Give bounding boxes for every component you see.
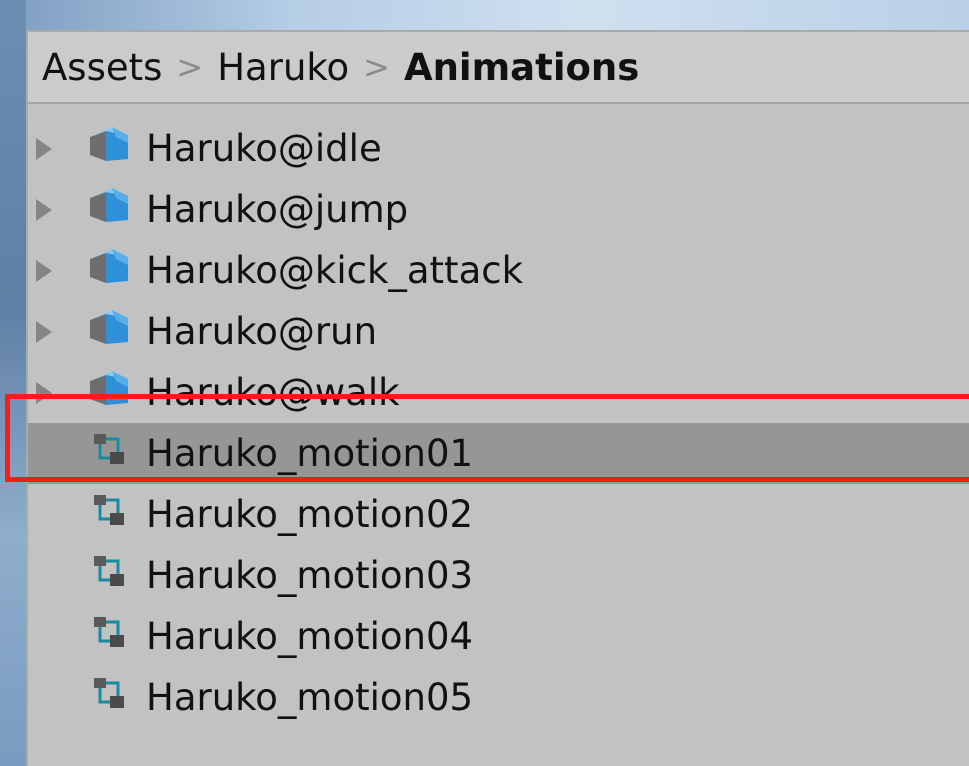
asset-name: Haruko@jump [146,188,409,231]
asset-list: Haruko@idle Haruko@jump Haruko@kick_atta… [28,118,969,728]
foldout-arrow-icon[interactable] [36,259,52,282]
list-item-haruko-motion05[interactable]: Haruko_motion05 [28,667,969,728]
breadcrumb-item-animations[interactable]: Animations [404,46,639,89]
asset-name: Haruko_motion04 [146,615,474,658]
breadcrumb-separator: > [176,48,204,86]
desktop-background-top [0,0,969,30]
list-item-haruko-kick-attack[interactable]: Haruko@kick_attack [28,240,969,301]
model-prefab-icon [86,245,146,296]
asset-name: Haruko@run [146,310,378,353]
list-item-haruko-idle[interactable]: Haruko@idle [28,118,969,179]
animator-controller-icon [86,615,146,658]
foldout-arrow-icon[interactable] [36,381,52,404]
breadcrumb-item-haruko[interactable]: Haruko [217,46,349,89]
model-prefab-icon [86,184,146,235]
animator-controller-icon [86,676,146,719]
foldout-arrow-icon[interactable] [36,137,52,160]
list-item-haruko-jump[interactable]: Haruko@jump [28,179,969,240]
asset-name: Haruko_motion02 [146,493,474,536]
asset-name: Haruko@kick_attack [146,249,524,292]
asset-name: Haruko_motion01 [146,432,474,475]
breadcrumb: Assets > Haruko > Animations [28,32,969,104]
breadcrumb-item-assets[interactable]: Assets [42,46,162,89]
desktop-background-left [0,0,26,766]
project-browser-panel: Assets > Haruko > Animations Haruko@idle [26,30,969,766]
model-prefab-icon [86,123,146,174]
foldout-arrow-icon[interactable] [36,198,52,221]
asset-name: Haruko_motion05 [146,676,474,719]
list-item-haruko-motion04[interactable]: Haruko_motion04 [28,606,969,667]
foldout-arrow-icon[interactable] [36,320,52,343]
asset-name: Haruko_motion03 [146,554,474,597]
animator-controller-icon [86,432,146,475]
model-prefab-icon [86,306,146,357]
list-item-haruko-walk[interactable]: Haruko@walk [28,362,969,423]
list-item-haruko-motion02[interactable]: Haruko_motion02 [28,484,969,545]
breadcrumb-separator: > [363,48,390,86]
asset-name: Haruko@idle [146,127,382,170]
list-item-haruko-motion01[interactable]: Haruko_motion01 [28,423,969,484]
list-item-haruko-motion03[interactable]: Haruko_motion03 [28,545,969,606]
list-item-haruko-run[interactable]: Haruko@run [28,301,969,362]
animator-controller-icon [86,554,146,597]
model-prefab-icon [86,367,146,418]
asset-name: Haruko@walk [146,371,400,414]
animator-controller-icon [86,493,146,536]
